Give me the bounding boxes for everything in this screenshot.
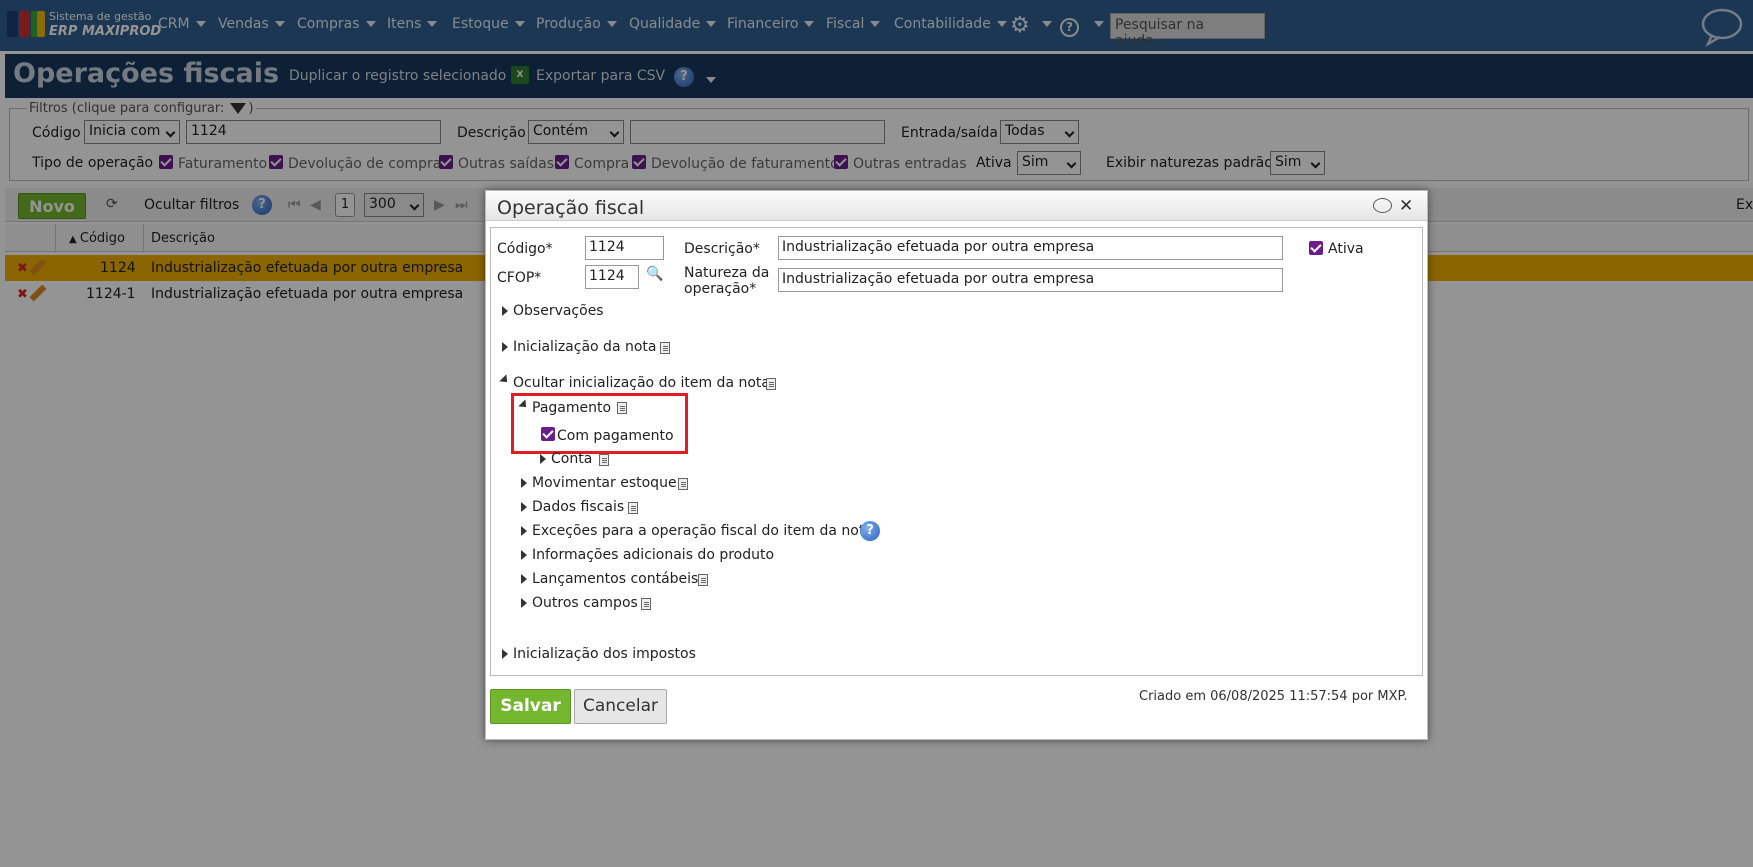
- lancamentos-section[interactable]: Lançamentos contábeis: [532, 571, 698, 587]
- expand-icon[interactable]: [502, 306, 508, 316]
- close-icon[interactable]: ✕: [1399, 196, 1413, 216]
- document-icon[interactable]: [628, 502, 638, 514]
- cfop-input[interactable]: 1124: [585, 265, 639, 289]
- inicializacao-impostos-section[interactable]: Inicialização dos impostos: [513, 646, 696, 662]
- document-icon[interactable]: [660, 342, 670, 354]
- expand-icon[interactable]: [502, 649, 508, 659]
- descricao-input[interactable]: Industrialização efetuada por outra empr…: [778, 236, 1283, 260]
- natureza-label-line2: operação*: [684, 281, 757, 297]
- save-button[interactable]: Salvar: [490, 689, 571, 724]
- expand-icon[interactable]: [502, 342, 508, 352]
- expand-icon[interactable]: [521, 574, 527, 584]
- document-icon[interactable]: [766, 378, 776, 390]
- expand-icon[interactable]: [521, 502, 527, 512]
- ativa-checkbox[interactable]: [1309, 241, 1323, 255]
- movimentar-estoque-section[interactable]: Movimentar estoque: [532, 475, 677, 491]
- descricao-label: Descrição*: [684, 241, 760, 257]
- codigo-input[interactable]: 1124: [585, 236, 664, 260]
- help-icon[interactable]: ?: [860, 521, 880, 541]
- comment-icon[interactable]: [1373, 198, 1392, 213]
- ativa-label: Ativa: [1328, 241, 1364, 257]
- document-icon[interactable]: [641, 598, 651, 610]
- natureza-label-line1: Natureza da: [684, 265, 770, 281]
- cancel-button[interactable]: Cancelar: [574, 689, 667, 724]
- codigo-label: Código*: [497, 241, 553, 257]
- dialog-header: Operação fiscal ✕: [486, 191, 1427, 221]
- excecoes-section[interactable]: Exceções para a operação fiscal do item …: [532, 523, 873, 539]
- expand-icon[interactable]: [540, 454, 546, 464]
- inicializacao-nota-section[interactable]: Inicialização da nota: [513, 339, 656, 355]
- highlight-box: [511, 393, 688, 454]
- dados-fiscais-section[interactable]: Dados fiscais: [532, 499, 624, 515]
- document-icon[interactable]: [698, 574, 708, 586]
- dialog-title: Operação fiscal: [497, 197, 645, 219]
- natureza-label: Natureza da operação*: [684, 265, 769, 297]
- cfop-label: CFOP*: [497, 270, 542, 286]
- observacoes-section[interactable]: Observações: [513, 303, 604, 319]
- ocultar-item-section[interactable]: Ocultar inicialização do item da nota: [513, 375, 770, 391]
- outros-campos-section[interactable]: Outros campos: [532, 595, 638, 611]
- expand-icon[interactable]: [521, 598, 527, 608]
- search-icon[interactable]: 🔍: [646, 266, 663, 282]
- created-info: Criado em 06/08/2025 11:57:54 por MXP.: [1139, 689, 1408, 704]
- conta-section[interactable]: Conta: [551, 451, 592, 467]
- expand-icon[interactable]: [521, 550, 527, 560]
- expand-icon[interactable]: [521, 478, 527, 488]
- document-icon[interactable]: [599, 454, 609, 466]
- natureza-input[interactable]: Industrialização efetuada por outra empr…: [778, 268, 1283, 292]
- document-icon[interactable]: [678, 478, 688, 490]
- info-adicionais-section[interactable]: Informações adicionais do produto: [532, 547, 774, 563]
- expand-icon[interactable]: [521, 526, 527, 536]
